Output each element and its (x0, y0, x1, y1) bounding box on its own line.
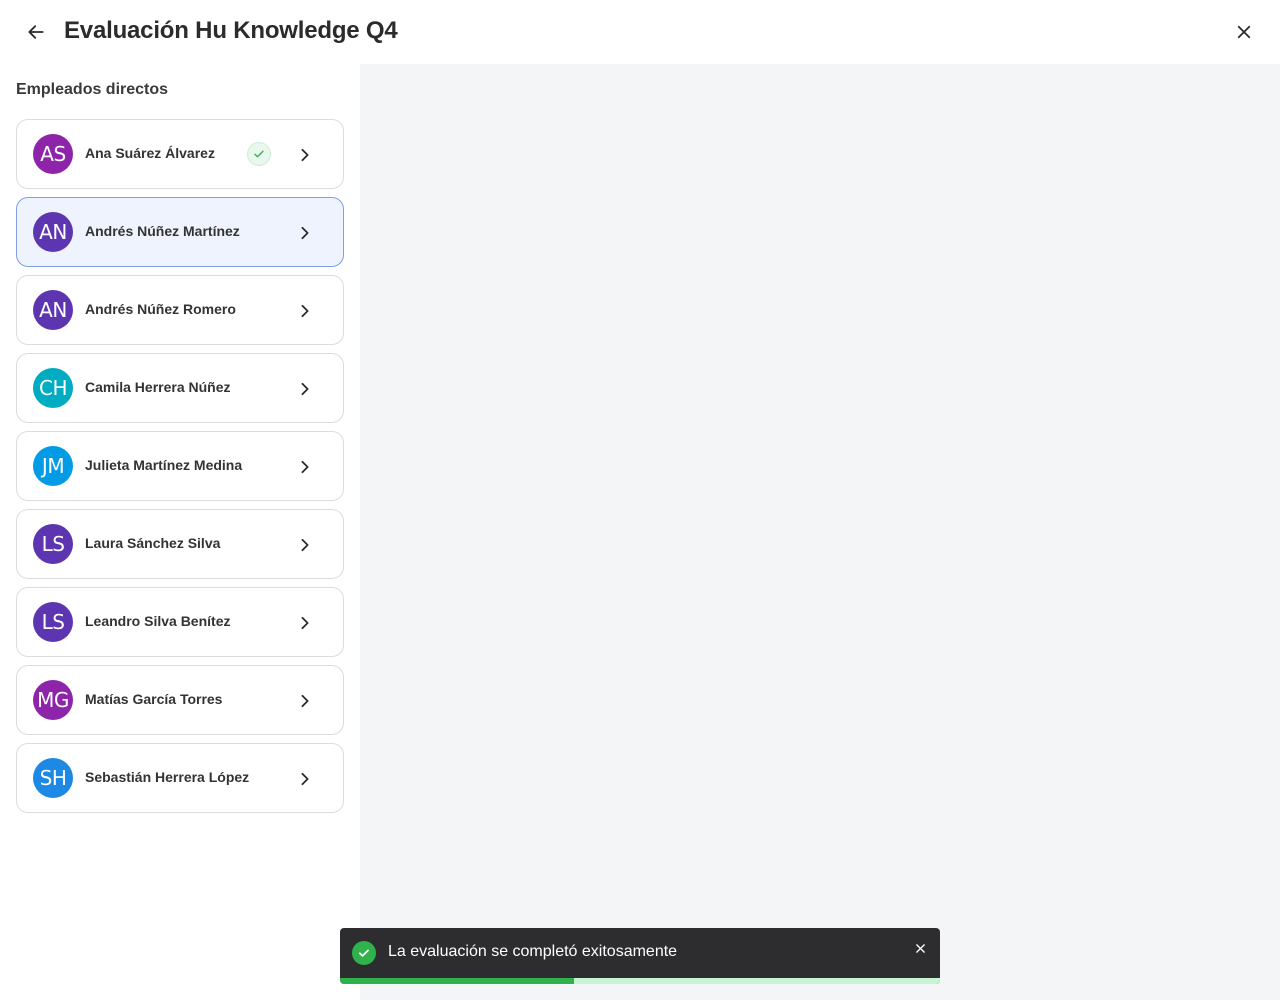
toast-progress-track (340, 978, 940, 984)
chevron-right-icon (297, 689, 313, 713)
chevron-right-icon (297, 611, 313, 635)
employee-name: Sebastián Herrera López (85, 769, 250, 785)
employee-name: Ana Suárez Álvarez (85, 145, 215, 161)
employee-card[interactable]: LS Leandro Silva Benítez (16, 587, 344, 657)
avatar: JM (33, 446, 73, 486)
success-toast: La evaluación se completó exitosamente (340, 928, 940, 984)
section-title: Empleados directos (16, 81, 169, 98)
employee-card[interactable]: AN Andrés Núñez Romero (16, 275, 344, 345)
close-icon (915, 943, 925, 953)
toast-message: La evaluación se completó exitosamente (388, 943, 678, 960)
chevron-right-icon (297, 221, 313, 245)
main-content-area (360, 64, 1280, 1000)
chevron-right-icon (297, 143, 313, 167)
chevron-right-icon (297, 767, 313, 791)
chevron-right-icon (297, 299, 313, 323)
sidebar: Empleados directos AS Ana Suárez Álvarez A… (0, 64, 360, 1000)
employee-card[interactable]: MG Matías García Torres (16, 665, 344, 735)
close-icon (1237, 25, 1251, 39)
employee-card[interactable]: AS Ana Suárez Álvarez (16, 119, 344, 189)
back-button[interactable] (20, 16, 52, 48)
employee-name: Andrés Núñez Romero (85, 301, 236, 317)
employee-card[interactable]: LS Laura Sánchez Silva (16, 509, 344, 579)
employee-name: Matías García Torres (85, 691, 223, 707)
top-bar: Evaluación Hu Knowledge Q4 (0, 0, 1280, 64)
employee-name: Laura Sánchez Silva (85, 535, 221, 551)
chevron-right-icon (297, 377, 313, 401)
employee-card[interactable]: AN Andrés Núñez Martínez (16, 197, 344, 267)
avatar: AN (33, 212, 73, 252)
chevron-right-icon (297, 533, 313, 557)
close-button[interactable] (1228, 16, 1260, 48)
arrow-left-icon (28, 25, 44, 39)
employee-name: Camila Herrera Núñez (85, 379, 231, 395)
employee-list: AS Ana Suárez Álvarez AN Andrés Núñez Martí… (16, 119, 344, 821)
completed-check-icon (247, 142, 271, 166)
avatar: AS (33, 134, 73, 174)
avatar: AN (33, 290, 73, 330)
chevron-right-icon (297, 455, 313, 479)
avatar: LS (33, 602, 73, 642)
employee-name: Julieta Martínez Medina (85, 457, 243, 473)
employee-card[interactable]: SH Sebastián Herrera López (16, 743, 344, 813)
avatar: MG (33, 680, 73, 720)
check-circle-icon (352, 941, 376, 965)
toast-progress-fill (340, 978, 574, 984)
employee-name: Leandro Silva Benítez (85, 613, 231, 629)
employee-name: Andrés Núñez Martínez (85, 223, 240, 239)
page-title: Evaluación Hu Knowledge Q4 (64, 17, 398, 44)
employee-card[interactable]: CH Camila Herrera Núñez (16, 353, 344, 423)
employee-card[interactable]: JM Julieta Martínez Medina (16, 431, 344, 501)
toast-close-button[interactable] (912, 940, 928, 956)
avatar: LS (33, 524, 73, 564)
avatar: SH (33, 758, 73, 798)
avatar: CH (33, 368, 73, 408)
